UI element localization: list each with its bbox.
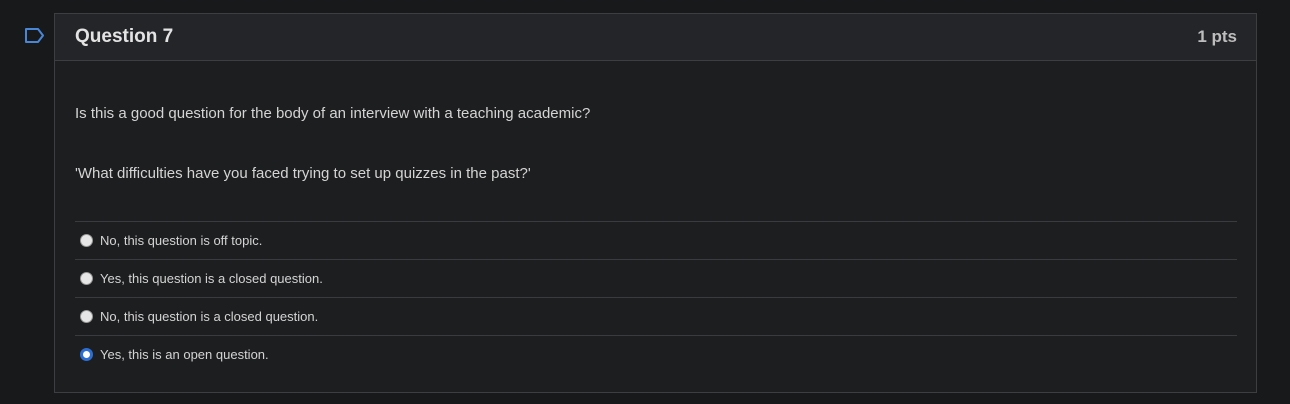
radio-button[interactable] xyxy=(80,234,93,247)
flag-question-icon[interactable] xyxy=(24,27,46,44)
radio-button-selected[interactable] xyxy=(80,348,93,361)
answer-option-4[interactable]: Yes, this is an open question. xyxy=(75,335,1237,373)
radio-button[interactable] xyxy=(80,272,93,285)
answer-list: No, this question is off topic. Yes, thi… xyxy=(75,221,1237,373)
question-quote: 'What difficulties have you faced trying… xyxy=(75,165,531,182)
question-points: 1 pts xyxy=(1197,27,1237,46)
answer-option-2[interactable]: Yes, this question is a closed question. xyxy=(75,259,1237,297)
answer-label: No, this question is a closed question. xyxy=(100,309,319,324)
answer-label: No, this question is off topic. xyxy=(100,233,263,248)
answer-option-3[interactable]: No, this question is a closed question. xyxy=(75,297,1237,335)
question-title: Question 7 xyxy=(75,26,174,47)
question-text: Is this a good question for the body of … xyxy=(75,105,591,122)
answer-option-1[interactable]: No, this question is off topic. xyxy=(75,221,1237,259)
radio-button[interactable] xyxy=(80,310,93,323)
answer-label: Yes, this question is a closed question. xyxy=(100,271,323,286)
question-header: Question 7 1 pts xyxy=(55,14,1256,61)
question-card: Question 7 1 pts Is this a good question… xyxy=(54,13,1257,393)
answer-label: Yes, this is an open question. xyxy=(100,347,269,362)
